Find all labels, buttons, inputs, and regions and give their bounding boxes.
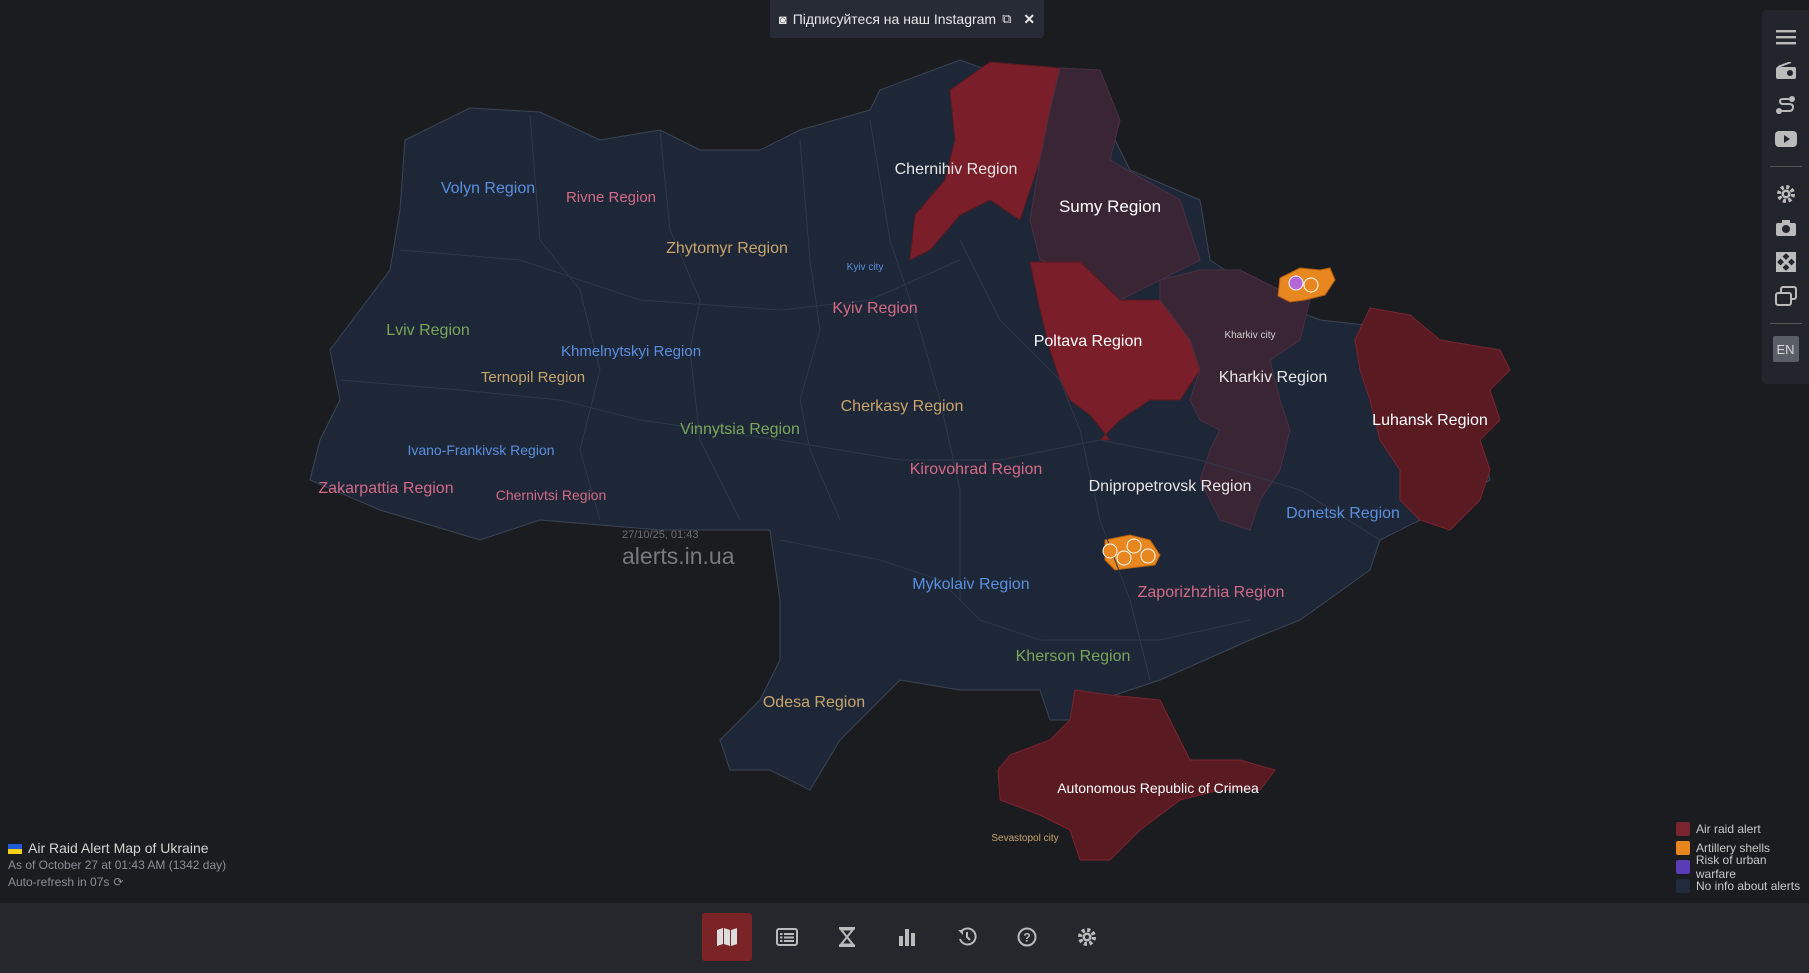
region-label-poltava[interactable]: Poltava Region <box>1034 333 1143 350</box>
ukraine-flag-icon <box>8 843 22 854</box>
region-label-volyn[interactable]: Volyn Region <box>441 180 535 197</box>
menu-icon[interactable] <box>1771 22 1801 52</box>
artillery-marker <box>1140 548 1156 564</box>
legend-swatch <box>1676 878 1690 893</box>
region-label-ivano-frankivsk[interactable]: Ivano-Frankivsk Region <box>407 442 554 458</box>
region-label-crimea[interactable]: Autonomous Republic of Crimea <box>1057 780 1259 796</box>
map-info: Air Raid Alert Map of Ukraine As of Octo… <box>8 840 226 891</box>
region-label-mykolaiv[interactable]: Mykolaiv Region <box>912 576 1029 593</box>
radio-icon[interactable] <box>1771 56 1801 86</box>
banner-text[interactable]: Підписуйтеся на наш Instagram <box>793 11 996 27</box>
chart-icon[interactable] <box>882 913 932 961</box>
map-watermark: 27/10/25, 01:43 alerts.in.ua <box>622 529 735 570</box>
svg-text:?: ? <box>1023 931 1030 945</box>
legend-swatch <box>1676 859 1690 874</box>
toolbar-divider <box>1769 166 1802 167</box>
region-label-luhansk[interactable]: Luhansk Region <box>1372 412 1488 429</box>
region-label-kyiv-city[interactable]: Kyiv city <box>847 262 884 273</box>
artillery-marker <box>1102 543 1118 559</box>
language-button[interactable]: EN <box>1772 336 1799 362</box>
map-icon[interactable] <box>702 913 752 961</box>
artillery-marker <box>1116 550 1132 566</box>
region-label-donetsk[interactable]: Donetsk Region <box>1286 505 1400 522</box>
settings-icon[interactable] <box>1771 179 1801 209</box>
legend-label: Air raid alert <box>1696 821 1761 836</box>
info-refresh-row: Auto-refresh in 07s ⟳ <box>8 874 226 891</box>
close-icon[interactable]: ✕ <box>1023 11 1035 28</box>
region-label-chernihiv[interactable]: Chernihiv Region <box>895 161 1018 178</box>
info-refresh: Auto-refresh in 07s <box>8 875 110 889</box>
info-as-of: As of October 27 at 01:43 AM (1342 day) <box>8 858 227 872</box>
legend-item: Risk of urban warfare <box>1676 853 1809 881</box>
legend-label: No info about alerts <box>1696 878 1801 893</box>
map-legend: Air raid alert Artillery shells Risk of … <box>1676 819 1809 895</box>
history-icon[interactable] <box>942 913 992 961</box>
help-icon[interactable]: ? <box>1002 913 1052 961</box>
region-label-dnipropetrovsk[interactable]: Dnipropetrovsk Region <box>1089 478 1252 495</box>
region-label-kirovohrad[interactable]: Kirovohrad Region <box>910 461 1043 478</box>
region-label-cherkasy[interactable]: Cherkasy Region <box>841 398 964 415</box>
refresh-icon[interactable]: ⟳ <box>113 874 123 891</box>
instagram-icon: ◙ <box>778 11 787 27</box>
watermark-site: alerts.in.ua <box>622 543 735 569</box>
region-label-zaporizhzhia[interactable]: Zaporizhzhia Region <box>1138 584 1285 601</box>
youtube-icon[interactable] <box>1771 124 1801 154</box>
bottom-nav-buttons: ? <box>702 913 1112 961</box>
camera-icon[interactable] <box>1771 213 1801 243</box>
region-label-kharkiv[interactable]: Kharkiv Region <box>1219 369 1328 386</box>
region-label-khmelnytskyi[interactable]: Khmelnytskyi Region <box>561 343 701 360</box>
info-title-row: Air Raid Alert Map of Ukraine <box>8 840 226 857</box>
toolbar-divider <box>1769 323 1802 324</box>
legend-item: No info about alerts <box>1676 876 1809 895</box>
ukraine-map[interactable]: Volyn Region Rivne Region Zhytomyr Region C… <box>0 0 1809 973</box>
region-label-ternopil[interactable]: Ternopil Region <box>481 369 585 386</box>
region-label-lviv[interactable]: Lviv Region <box>386 322 470 339</box>
fullscreen-icon[interactable] <box>1771 247 1801 277</box>
region-label-sevastopol[interactable]: Sevastopol city <box>991 833 1058 844</box>
legend-swatch <box>1676 840 1690 855</box>
legend-swatch <box>1676 821 1690 836</box>
region-label-zakarpattia[interactable]: Zakarpattia Region <box>318 480 453 497</box>
right-toolbar: EN <box>1762 10 1809 384</box>
external-link-icon[interactable]: ⧉ <box>1002 11 1011 27</box>
route-icon[interactable] <box>1771 90 1801 120</box>
bottom-nav: ? <box>0 903 1809 973</box>
region-label-odesa[interactable]: Odesa Region <box>763 694 865 711</box>
region-label-rivne[interactable]: Rivne Region <box>566 189 656 206</box>
list-icon[interactable] <box>762 913 812 961</box>
instagram-banner[interactable]: ◙ Підписуйтеся на наш Instagram ⧉ ✕ <box>770 0 1044 38</box>
artillery-marker <box>1303 277 1319 293</box>
watermark-time: 27/10/25, 01:43 <box>622 529 699 541</box>
region-label-kyiv[interactable]: Kyiv Region <box>832 300 917 317</box>
region-label-kherson[interactable]: Kherson Region <box>1016 648 1131 665</box>
region-label-chernivtsi[interactable]: Chernivtsi Region <box>496 487 607 503</box>
region-label-zhytomyr[interactable]: Zhytomyr Region <box>666 240 788 257</box>
info-title: Air Raid Alert Map of Ukraine <box>28 840 209 856</box>
window-icon[interactable] <box>1771 281 1801 311</box>
artillery-marker <box>1126 538 1142 554</box>
region-label-kharkiv-city[interactable]: Kharkiv city <box>1224 330 1275 341</box>
artillery-marker <box>1288 275 1304 291</box>
gear-icon[interactable] <box>1062 913 1112 961</box>
region-label-vinnytsia[interactable]: Vinnytsia Region <box>680 421 800 438</box>
legend-item: Air raid alert <box>1676 819 1809 838</box>
region-label-sumy[interactable]: Sumy Region <box>1059 197 1161 216</box>
hourglass-icon[interactable] <box>822 913 872 961</box>
legend-label: Risk of urban warfare <box>1695 852 1767 881</box>
